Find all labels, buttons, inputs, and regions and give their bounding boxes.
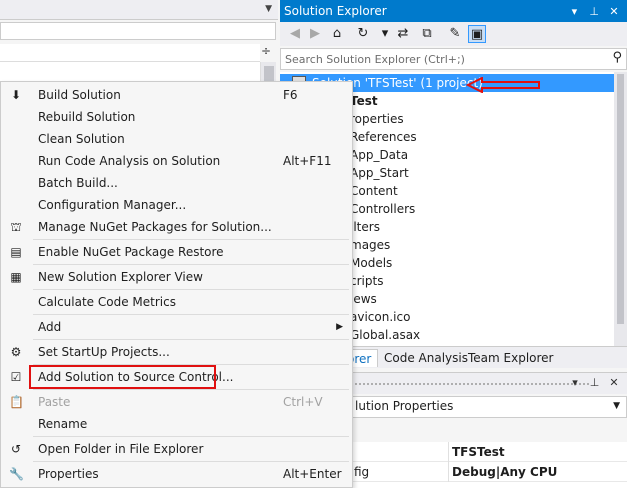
- menu-item-label: Batch Build...: [38, 176, 118, 190]
- menu-item-clean-solution[interactable]: Clean Solution: [3, 128, 351, 150]
- menu-item-rebuild-solution[interactable]: Rebuild Solution: [3, 106, 351, 128]
- menu-item-enable-nuget-restore[interactable]: ▤ Enable NuGet Package Restore: [3, 241, 351, 263]
- menu-item-label: New Solution Explorer View: [38, 270, 203, 284]
- menu-item-label: Rebuild Solution: [38, 110, 136, 124]
- menu-item-label: Open Folder in File Explorer: [38, 442, 204, 456]
- property-name: fig: [354, 465, 370, 479]
- menu-item-label: Calculate Code Metrics: [38, 295, 176, 309]
- wrench-icon: 🔧: [9, 467, 24, 481]
- editor-top-strip[interactable]: ▼: [0, 0, 278, 20]
- solution-context-menu: ⬇ Build Solution F6 Rebuild Solution Cle…: [0, 81, 353, 488]
- dropdown-icon[interactable]: ▾: [567, 1, 581, 23]
- menu-item-open-folder[interactable]: ↺ Open Folder in File Explorer: [3, 438, 351, 460]
- home-icon[interactable]: ⌂: [328, 25, 346, 43]
- drag-grip[interactable]: [350, 382, 590, 386]
- dropdown-icon[interactable]: ▾: [568, 376, 582, 389]
- menu-item-shortcut: Ctrl+V: [283, 395, 323, 409]
- scroll-thumb[interactable]: [617, 74, 624, 324]
- menu-separator: [33, 239, 349, 240]
- menu-item-label: Configuration Manager...: [38, 198, 187, 212]
- menu-separator: [33, 314, 349, 315]
- forward-icon[interactable]: ▶: [306, 25, 324, 43]
- properties-object-label: lution Properties: [355, 399, 454, 413]
- column-divider: [448, 462, 449, 482]
- menu-separator: [33, 289, 349, 290]
- menu-item-calculate-code-metrics[interactable]: Calculate Code Metrics: [3, 291, 351, 313]
- sync-icon[interactable]: ⇄: [394, 25, 412, 43]
- menu-item-paste[interactable]: 📋 Paste Ctrl+V: [3, 391, 351, 413]
- preview-icon[interactable]: ▣: [468, 25, 486, 43]
- menu-item-shortcut: Alt+F11: [283, 154, 332, 168]
- chevron-down-icon[interactable]: ▼: [613, 401, 620, 411]
- menu-item-build-solution[interactable]: ⬇ Build Solution F6: [3, 84, 351, 106]
- menu-item-properties[interactable]: 🔧 Properties Alt+Enter: [3, 463, 351, 485]
- solution-explorer-toolbar: ◀ ▶ ⌂ ↻ ▾ ⇄ ⧉ ✎ ▣: [280, 22, 627, 46]
- menu-item-rename[interactable]: Rename: [3, 413, 351, 435]
- menu-item-label: Set StartUp Projects...: [38, 345, 170, 359]
- menu-separator: [33, 389, 349, 390]
- annotation-highlight-box: [29, 365, 216, 389]
- menu-item-run-code-analysis[interactable]: Run Code Analysis on Solution Alt+F11: [3, 150, 351, 172]
- tree-scrollbar[interactable]: [614, 72, 627, 346]
- source-control-icon: ☑: [10, 370, 22, 384]
- build-icon: ⬇: [10, 88, 22, 102]
- menu-item-label: Properties: [38, 467, 99, 481]
- editor-navigation-combo[interactable]: [0, 22, 276, 40]
- tab-team-explorer[interactable]: Team Explorer: [462, 349, 560, 367]
- menu-item-shortcut: Alt+Enter: [283, 467, 342, 481]
- close-icon[interactable]: ✕: [607, 1, 621, 23]
- menu-item-new-solution-explorer-view[interactable]: ▦ New Solution Explorer View: [3, 266, 351, 288]
- menu-item-shortcut: F6: [283, 88, 298, 102]
- close-icon[interactable]: ✕: [607, 376, 621, 389]
- gear-icon: ⚙: [10, 345, 22, 359]
- menu-item-manage-nuget[interactable]: ⛫ Manage NuGet Packages for Solution...: [3, 216, 351, 238]
- new-view-icon: ▦: [10, 270, 22, 284]
- paste-icon: 📋: [9, 395, 24, 409]
- collapse-all-icon[interactable]: ⧉: [418, 25, 436, 43]
- search-icon[interactable]: ⚲: [612, 50, 622, 65]
- menu-item-label: Enable NuGet Package Restore: [38, 245, 224, 259]
- column-divider: [448, 442, 449, 462]
- nuget-icon: ⛫: [10, 220, 22, 234]
- search-input[interactable]: [285, 51, 585, 67]
- menu-item-batch-build[interactable]: Batch Build...: [3, 172, 351, 194]
- solution-explorer-title: Solution Explorer: [284, 4, 387, 18]
- menu-item-label: Run Code Analysis on Solution: [38, 154, 221, 168]
- pin-icon[interactable]: ⊥: [588, 376, 602, 389]
- package-restore-icon: ▤: [10, 245, 22, 259]
- editor-split-bar: [0, 44, 260, 62]
- menu-item-label: Manage NuGet Packages for Solution...: [38, 220, 272, 234]
- annotation-arrow-icon: [466, 77, 540, 93]
- menu-item-label: Build Solution: [38, 88, 121, 102]
- menu-item-label: Clean Solution: [38, 132, 125, 146]
- menu-separator: [33, 339, 349, 340]
- menu-item-set-startup-projects[interactable]: ⚙ Set StartUp Projects...: [3, 341, 351, 363]
- property-value: Debug|Any CPU: [452, 465, 558, 479]
- submenu-arrow-icon: ▶: [336, 322, 343, 332]
- menu-separator: [33, 264, 349, 265]
- menu-item-configuration-manager[interactable]: Configuration Manager...: [3, 194, 351, 216]
- chevron-down-icon[interactable]: ▼: [265, 4, 272, 14]
- wrench-icon[interactable]: ✎: [446, 25, 464, 43]
- tab-code-analysis[interactable]: Code Analysis: [378, 349, 474, 367]
- history-icon[interactable]: ↻: [354, 25, 372, 43]
- menu-separator: [33, 436, 349, 437]
- pin-icon[interactable]: ⊥: [587, 1, 601, 23]
- menu-item-add[interactable]: Add ▶: [3, 316, 351, 338]
- menu-separator: [33, 461, 349, 462]
- folder-refresh-icon: ↺: [10, 442, 22, 456]
- menu-item-label: Add: [38, 320, 62, 334]
- back-icon[interactable]: ◀: [286, 25, 304, 43]
- menu-item-label: Rename: [38, 417, 88, 431]
- menu-item-label: Paste: [38, 395, 71, 409]
- split-icon[interactable]: ÷: [258, 44, 274, 60]
- solution-explorer-search[interactable]: ⚲: [280, 48, 627, 70]
- chevron-down-icon[interactable]: ▾: [376, 25, 394, 43]
- property-value: TFSTest: [452, 445, 505, 459]
- solution-explorer-titlebar: Solution Explorer ▾ ⊥ ✕: [280, 0, 627, 22]
